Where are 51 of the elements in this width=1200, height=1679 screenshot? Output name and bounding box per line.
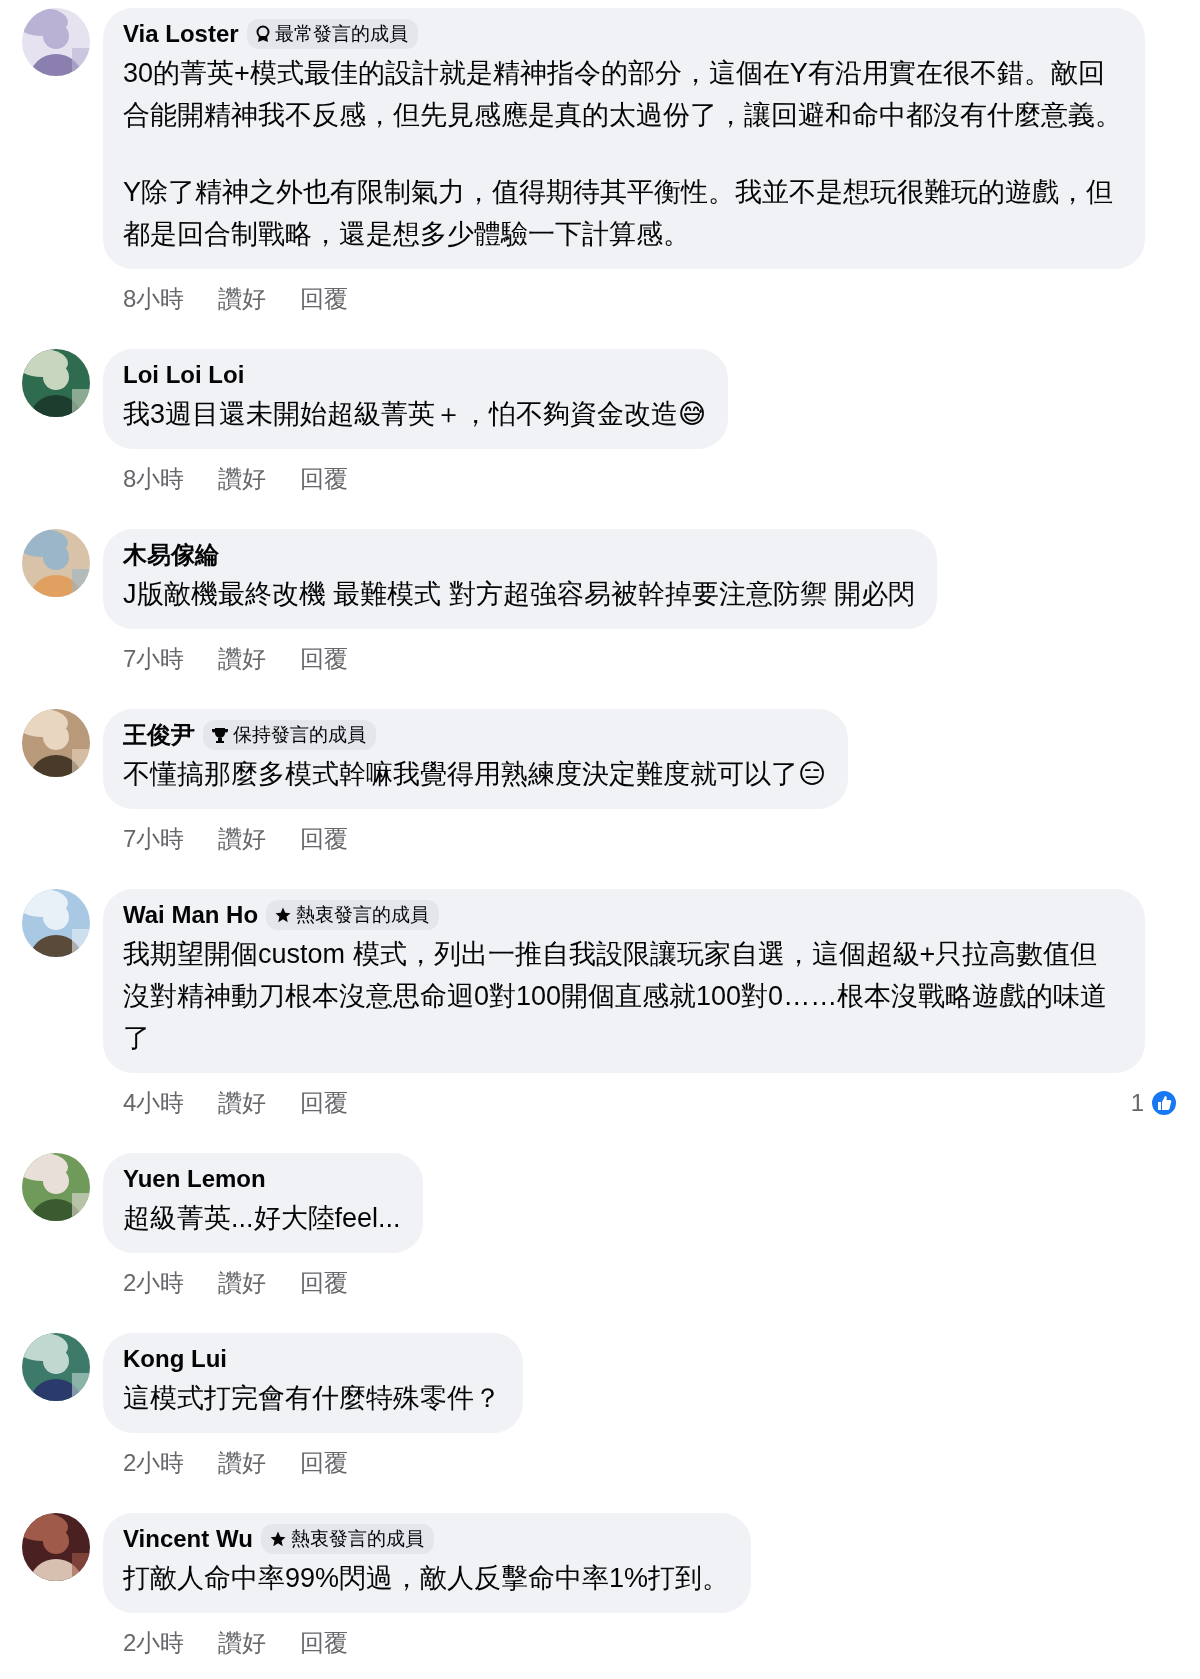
author-name[interactable]: Vincent Wu <box>123 1523 253 1555</box>
reply-link[interactable]: 回覆 <box>300 1627 349 1659</box>
author-name[interactable]: Kong Lui <box>123 1343 227 1375</box>
reaction-count: 1 <box>1130 1089 1144 1117</box>
like-link[interactable]: 讚好 <box>218 463 267 495</box>
trophy-icon <box>211 726 229 744</box>
comment-text: 不懂搞那麼多模式幹嘛我覺得用熟練度決定難度就可以了😑 <box>123 758 827 791</box>
star-icon <box>274 906 293 924</box>
like-link[interactable]: 讚好 <box>218 1087 267 1119</box>
comment-text: J版敵機最終改機 最難模式 對方超強容易被幹掉要注意防禦 開必閃 <box>123 578 915 611</box>
author-name[interactable]: 木易傢綸 <box>123 539 219 571</box>
comment-time: 7小時 <box>123 824 185 854</box>
comment-text: 我3週目還未開始超級菁英＋，怕不夠資金改造😅 <box>123 398 707 431</box>
badge-label: 熱衷發言的成員 <box>290 1527 424 1551</box>
comment-time: 8小時 <box>123 284 185 314</box>
comment-text: 打敵人命中率99%閃過，敵人反擊命中率1%打到。 <box>123 1562 730 1595</box>
like-link[interactable]: 讚好 <box>218 1627 267 1659</box>
like-link[interactable]: 讚好 <box>218 1447 267 1479</box>
badge-label: 熱衷發言的成員 <box>296 903 430 927</box>
comment-time: 2小時 <box>123 1628 185 1658</box>
reply-link[interactable]: 回覆 <box>300 1087 349 1119</box>
reply-link[interactable]: 回覆 <box>300 283 349 315</box>
reply-link[interactable]: 回覆 <box>300 643 349 675</box>
comment-time: 4小時 <box>123 1088 185 1118</box>
comment-text: 超級菁英...好大陸feel... <box>123 1202 401 1235</box>
like-link[interactable]: 讚好 <box>218 823 267 855</box>
star-icon <box>268 1530 287 1548</box>
comment-text: 這模式打完會有什麼特殊零件？ <box>123 1382 501 1415</box>
comment-time: 2小時 <box>123 1268 185 1298</box>
comment-time: 8小時 <box>123 464 185 494</box>
comment-text: 我期望開個custom 模式，列出一推自我設限讓玩家自選，這個超級+只拉高數值但沒對精神動刀根本沒意思命迴0對100開個直感就100對0……根本沒戰略遊戲的味道了 <box>123 938 1109 1055</box>
author-name[interactable]: Yuen Lemon <box>123 1163 266 1195</box>
comment-time: 2小時 <box>123 1448 185 1478</box>
reply-link[interactable]: 回覆 <box>300 823 349 855</box>
comment-time: 7小時 <box>123 644 185 674</box>
author-name[interactable]: Via Loster <box>123 18 239 50</box>
comment-text: 30的菁英+模式最佳的設計就是精神指令的部分，這個在Y有沿用實在很不錯。敵回合能開精神我不反感，但先見感應是真的太過份了，讓回避和命中都沒有什麼意義。 <box>123 57 1123 132</box>
reply-link[interactable]: 回覆 <box>300 1267 349 1299</box>
reply-link[interactable]: 回覆 <box>300 463 349 495</box>
comment-text: Y除了精神之外也有限制氣力，值得期待其平衡性。我並不是想玩很難玩的遊戲，但都是回合制戰略，還是想多少體驗一下計算感。 <box>123 176 1114 251</box>
like-link[interactable]: 讚好 <box>218 1267 267 1299</box>
badge-label: 保持發言的成員 <box>233 723 366 747</box>
author-name[interactable]: Wai Man Ho <box>123 899 259 931</box>
thumbs-up-icon[interactable] <box>1150 1089 1178 1117</box>
author-name[interactable]: 王俊尹 <box>123 719 195 751</box>
author-name[interactable]: Loi Loi Loi <box>123 359 245 391</box>
like-link[interactable]: 讚好 <box>218 643 267 675</box>
ribbon-icon <box>254 25 271 43</box>
badge-label: 最常發言的成員 <box>274 22 408 46</box>
like-link[interactable]: 讚好 <box>218 283 267 315</box>
reply-link[interactable]: 回覆 <box>300 1447 349 1479</box>
